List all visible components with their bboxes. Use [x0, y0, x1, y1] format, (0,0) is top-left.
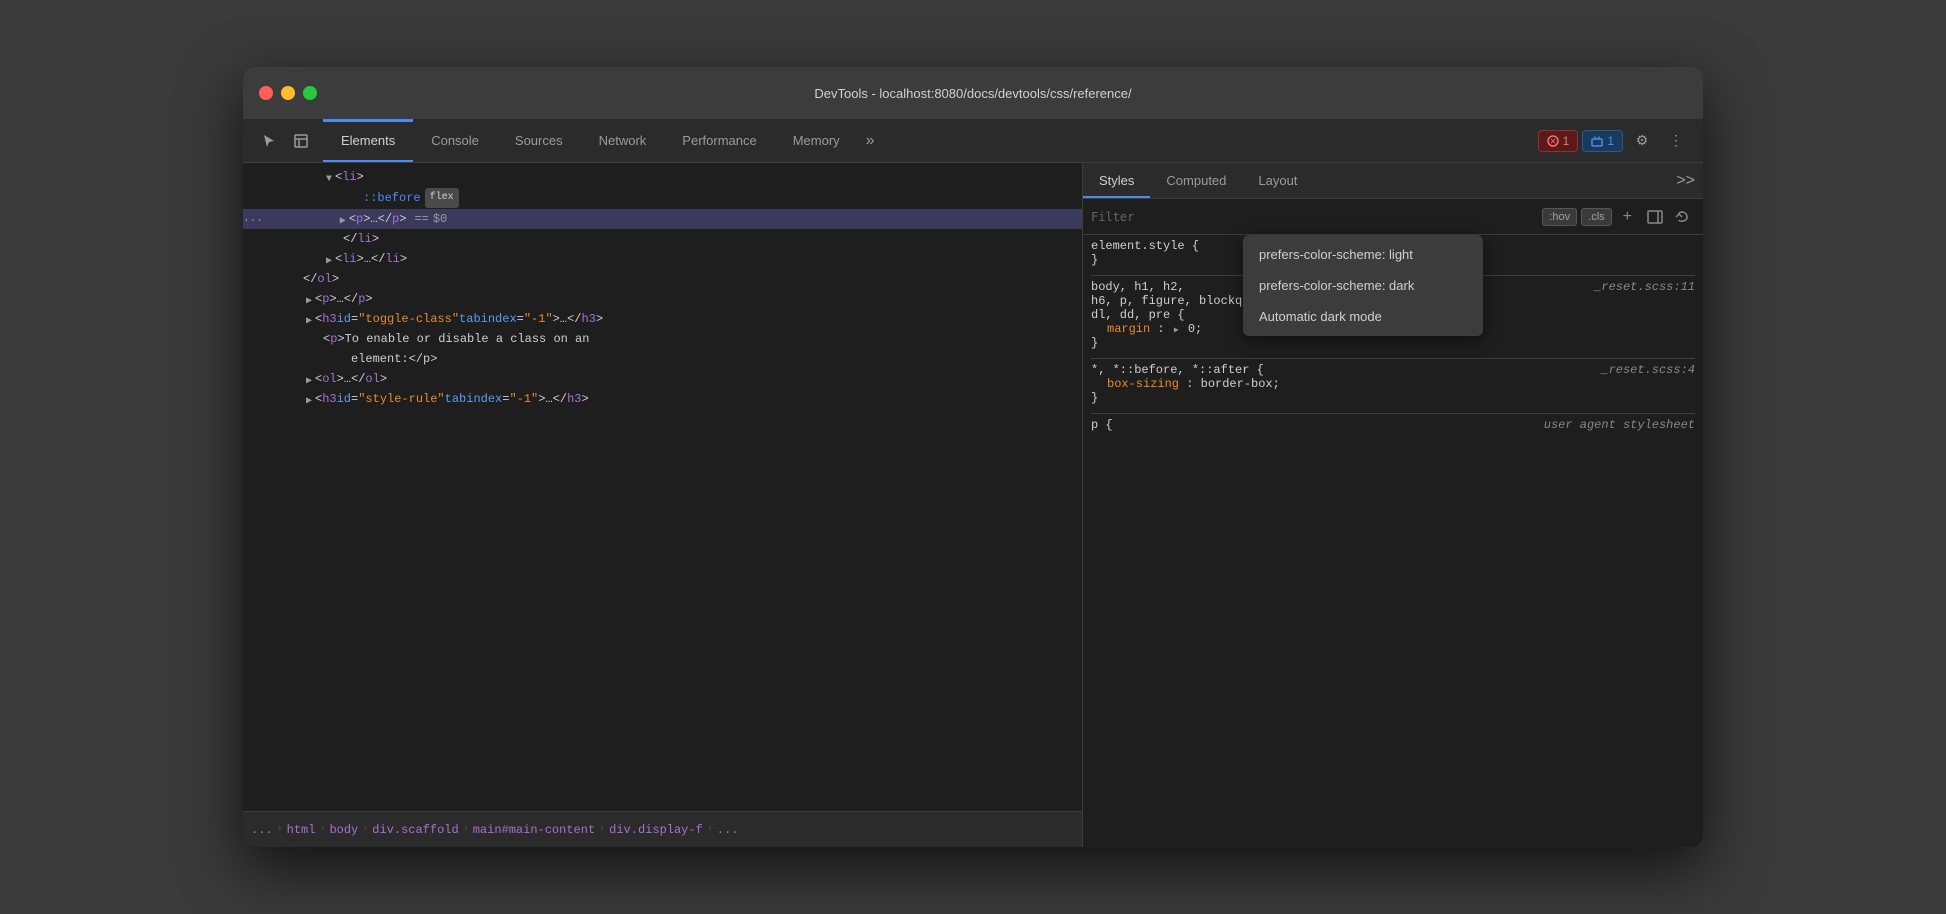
- tab-sources[interactable]: Sources: [497, 119, 581, 162]
- css-block-universal: *, *::before, *::after { _reset.scss:4 b…: [1091, 363, 1695, 405]
- tab-styles[interactable]: Styles: [1083, 163, 1150, 198]
- maximize-button[interactable]: [303, 86, 317, 100]
- css-selector-universal-row: *, *::before, *::after { _reset.scss:4: [1091, 363, 1695, 377]
- expand-button[interactable]: ...: [243, 210, 263, 228]
- more-tabs-button[interactable]: »: [858, 119, 883, 162]
- css-block-p: p { user agent stylesheet: [1091, 418, 1695, 432]
- filter-buttons: :hov .cls +: [1542, 205, 1695, 229]
- window-title: DevTools - localhost:8080/docs/devtools/…: [814, 86, 1131, 101]
- color-scheme-dropdown: prefers-color-scheme: light prefers-colo…: [1243, 235, 1483, 336]
- css-prop-boxsizing: box-sizing : border-box;: [1091, 377, 1695, 391]
- tab-elements[interactable]: Elements: [323, 119, 413, 162]
- settings-button[interactable]: ⚙: [1627, 126, 1657, 156]
- dom-line-ol-close: </ol>: [243, 269, 1082, 289]
- devtools-window: DevTools - localhost:8080/docs/devtools/…: [243, 67, 1703, 847]
- dom-line-p-collapsed: ▶ <p>…</p>: [243, 289, 1082, 309]
- breadcrumb-main[interactable]: main#main-content: [473, 823, 595, 837]
- dom-line-li-open: ▼ <li>: [243, 167, 1082, 187]
- dom-line-li-collapsed: ▶ <li>…</li>: [243, 249, 1082, 269]
- main-content: ▼ <li> ::before flex ... ▶ <p>…</p> == $…: [243, 163, 1703, 847]
- add-style-button[interactable]: +: [1616, 205, 1639, 229]
- styles-panel: Styles Computed Layout >> :hov .cls +: [1083, 163, 1703, 847]
- tab-performance[interactable]: Performance: [664, 119, 774, 162]
- more-options-button[interactable]: ⋮: [1661, 126, 1691, 156]
- traffic-lights: [259, 86, 317, 100]
- triangle-icon: ▶: [303, 393, 315, 405]
- tab-computed[interactable]: Computed: [1150, 163, 1242, 198]
- tab-network[interactable]: Network: [581, 119, 665, 162]
- main-tabs: Elements Console Sources Network Perform…: [323, 119, 1530, 162]
- breadcrumb-div-scaffold[interactable]: div.scaffold: [372, 823, 458, 837]
- info-badge-button[interactable]: 1: [1582, 130, 1623, 152]
- title-bar: DevTools - localhost:8080/docs/devtools/…: [243, 67, 1703, 119]
- dom-line-h3-toggle: ▶ <h3 id="toggle-class" tabindex="-1" >……: [243, 309, 1082, 329]
- breadcrumb-div-display[interactable]: div.display-f: [609, 823, 703, 837]
- triangle-icon: ▶: [303, 373, 315, 385]
- css-selector-p-row: p { user agent stylesheet: [1091, 418, 1695, 432]
- minimize-button[interactable]: [281, 86, 295, 100]
- dom-line-h3-style: ▶ <h3 id="style-rule" tabindex="-1" >…</…: [243, 389, 1082, 409]
- tab-console[interactable]: Console: [413, 119, 497, 162]
- panel-tabs: Styles Computed Layout >>: [1083, 163, 1703, 199]
- tab-bar: Elements Console Sources Network Perform…: [243, 119, 1703, 163]
- filter-bar: :hov .cls +: [1083, 199, 1703, 235]
- triangle-icon: ▶: [303, 293, 315, 305]
- close-button[interactable]: [259, 86, 273, 100]
- css-close-brace3: }: [1091, 391, 1695, 405]
- css-close-brace2: }: [1091, 336, 1695, 350]
- breadcrumb-end-ellipsis[interactable]: ...: [717, 823, 739, 837]
- toolbar-right: ✕ 1 1 ⚙ ⋮: [1530, 119, 1699, 162]
- dom-line-li-close: </li>: [243, 229, 1082, 249]
- filter-input[interactable]: [1091, 210, 1536, 224]
- breadcrumb-html[interactable]: html: [287, 823, 316, 837]
- dropdown-item-dark[interactable]: prefers-color-scheme: dark: [1243, 270, 1483, 301]
- triangle-icon: ▶: [323, 253, 335, 265]
- error-badge-button[interactable]: ✕ 1: [1538, 130, 1579, 152]
- dom-panel: ▼ <li> ::before flex ... ▶ <p>…</p> == $…: [243, 163, 1083, 847]
- dropdown-item-auto[interactable]: Automatic dark mode: [1243, 301, 1483, 332]
- toggle-sidebar-icon[interactable]: [1643, 205, 1667, 229]
- more-panel-tabs-button[interactable]: >>: [1668, 163, 1703, 198]
- tab-layout[interactable]: Layout: [1242, 163, 1313, 198]
- dom-tree[interactable]: ▼ <li> ::before flex ... ▶ <p>…</p> == $…: [243, 163, 1082, 811]
- dom-line-ol-collapsed: ▶ <ol>…</ol>: [243, 369, 1082, 389]
- dom-line-p-text2: element:</p>: [243, 349, 1082, 369]
- dom-line-p-text1: <p>To enable or disable a class on an: [243, 329, 1082, 349]
- breadcrumb-ellipsis[interactable]: ...: [251, 823, 273, 837]
- triangle-icon: ▶: [303, 313, 315, 325]
- dom-line-before: ::before flex: [243, 187, 1082, 209]
- refresh-icon[interactable]: [1671, 205, 1695, 229]
- triangle-icon: ▼: [323, 171, 335, 183]
- breadcrumb: ... › html › body › div.scaffold › main#…: [243, 811, 1082, 847]
- inspect-icon[interactable]: [287, 127, 315, 155]
- dom-line-p-selected[interactable]: ... ▶ <p>…</p> == $0: [243, 209, 1082, 229]
- svg-text:✕: ✕: [1549, 137, 1556, 146]
- triangle-icon: ▶: [337, 213, 349, 225]
- toolbar-left: [247, 119, 323, 162]
- tab-memory[interactable]: Memory: [775, 119, 858, 162]
- dropdown-item-light[interactable]: prefers-color-scheme: light: [1243, 239, 1483, 270]
- breadcrumb-body[interactable]: body: [329, 823, 358, 837]
- hov-button[interactable]: :hov: [1542, 208, 1577, 226]
- cls-button[interactable]: .cls: [1581, 208, 1612, 226]
- cursor-icon[interactable]: [255, 127, 283, 155]
